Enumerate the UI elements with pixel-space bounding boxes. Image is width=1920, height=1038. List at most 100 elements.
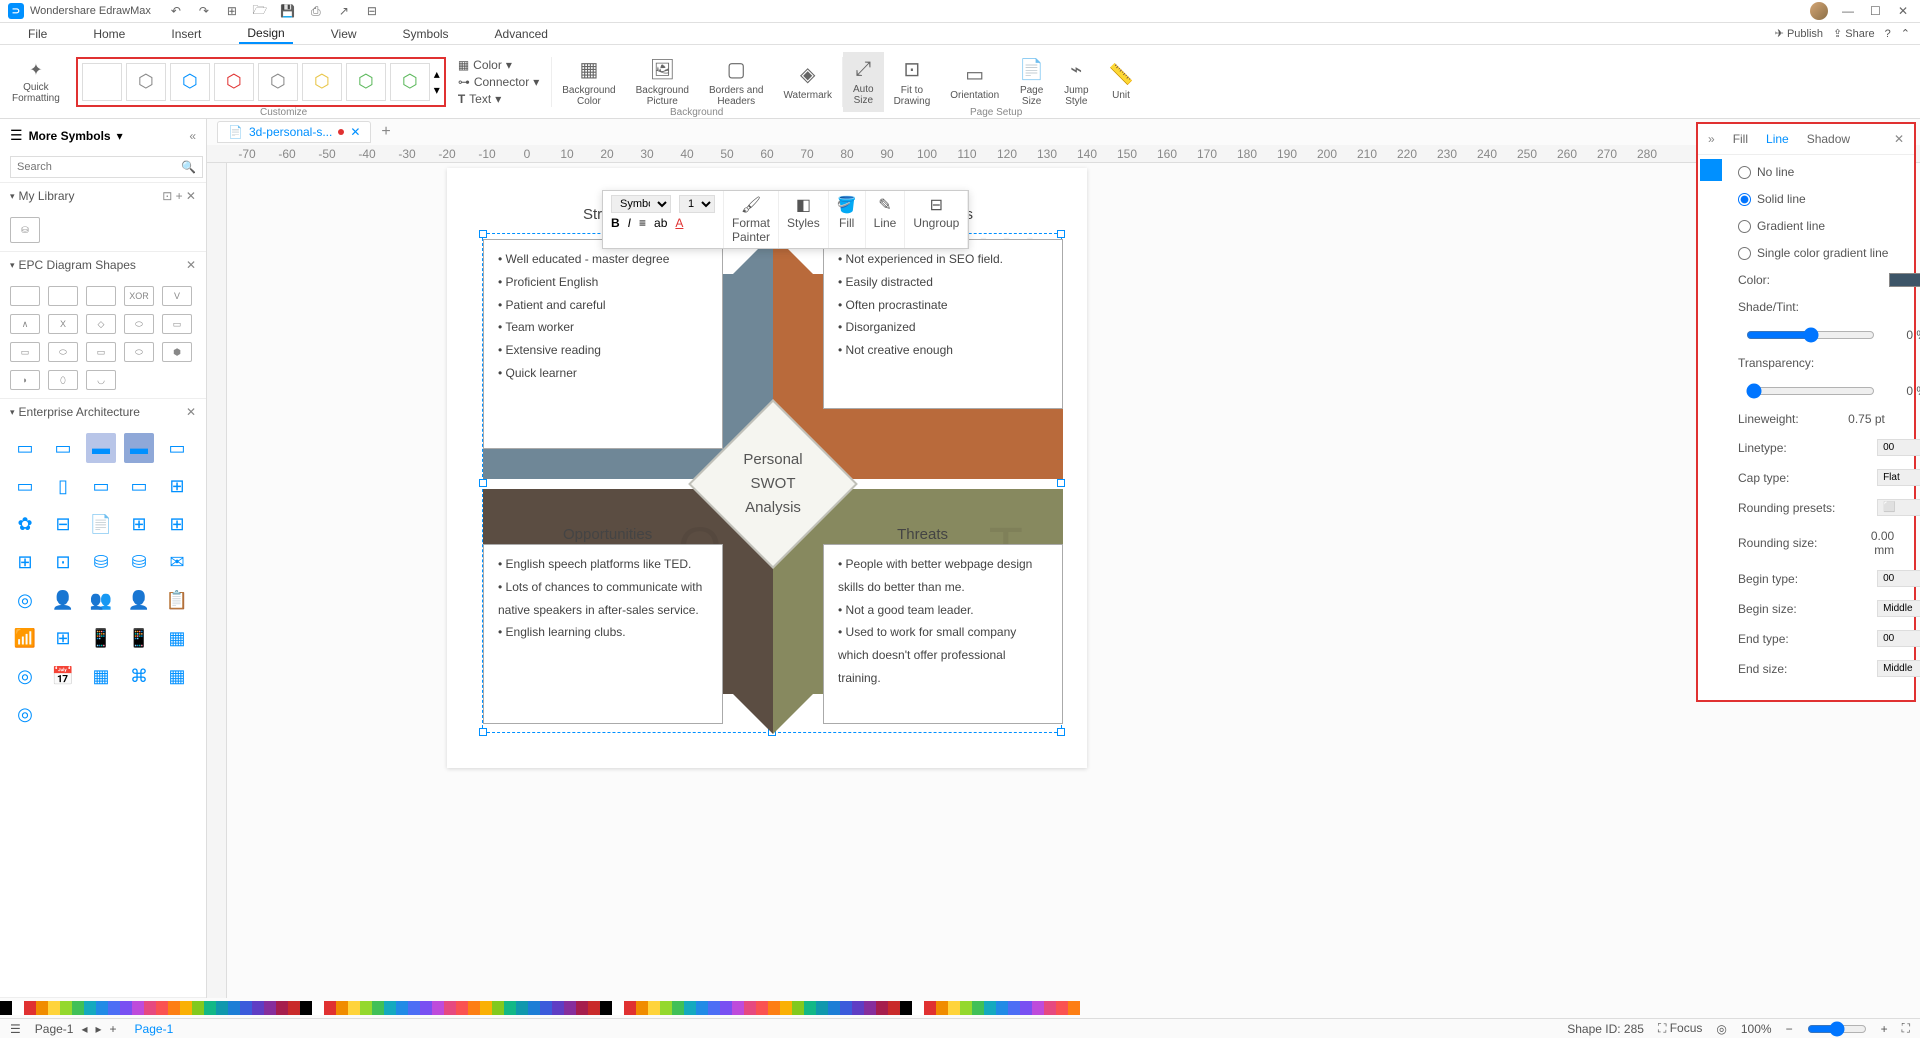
palette-color[interactable]	[336, 1001, 348, 1015]
close-tab-icon[interactable]: ✕	[350, 125, 360, 139]
my-library-header[interactable]: ▾My Library⊡ + ✕	[0, 183, 206, 209]
print-icon[interactable]: ⎙	[309, 4, 323, 18]
palette-color[interactable]	[156, 1001, 168, 1015]
palette-color[interactable]	[432, 1001, 444, 1015]
fullscreen-icon[interactable]: ⛶	[1902, 1021, 1910, 1036]
shape-item[interactable]: ▯	[48, 471, 78, 501]
palette-color[interactable]	[420, 1001, 432, 1015]
page[interactable]: Symbol 14 B I ≡ ab A 🖌Format Painter ◧St…	[447, 168, 1087, 768]
theme-swatch[interactable]: ⬡	[390, 63, 430, 101]
close-section-icon[interactable]: ✕	[186, 405, 196, 419]
publish-button[interactable]: ✈ Publish	[1775, 27, 1823, 40]
shape-item[interactable]: 👤	[48, 585, 78, 615]
new-icon[interactable]: ⊞	[225, 4, 239, 18]
shape-item[interactable]: ⬯	[48, 370, 78, 390]
shape-item[interactable]: ⬭	[124, 314, 154, 334]
selection-box[interactable]: Strengths Weaknesses Opportunities Threa…	[482, 233, 1062, 733]
palette-color[interactable]	[276, 1001, 288, 1015]
palette-color[interactable]	[480, 1001, 492, 1015]
shape-item[interactable]: ▭	[86, 342, 116, 362]
palette-color[interactable]	[708, 1001, 720, 1015]
no-line-radio[interactable]: No line	[1738, 165, 1920, 179]
shape-item[interactable]: ▦	[162, 623, 192, 653]
palette-color[interactable]	[768, 1001, 780, 1015]
next-page-icon[interactable]: ▸	[96, 1022, 102, 1036]
shape-item[interactable]: ✿	[10, 509, 40, 539]
palette-color[interactable]	[24, 1001, 36, 1015]
palette-color[interactable]	[132, 1001, 144, 1015]
font-select[interactable]: Symbol	[611, 195, 671, 213]
export-icon[interactable]: ↗	[337, 4, 351, 18]
italic-button[interactable]: I	[628, 216, 631, 230]
palette-color[interactable]	[720, 1001, 732, 1015]
shape-item[interactable]: ▭	[86, 471, 116, 501]
shape-item[interactable]: ▭	[162, 433, 192, 463]
palette-color[interactable]	[1044, 1001, 1056, 1015]
palette-color[interactable]	[636, 1001, 648, 1015]
zoom-slider[interactable]	[1807, 1021, 1867, 1037]
zoom-in-button[interactable]: +	[1881, 1022, 1888, 1036]
add-page-button[interactable]: +	[110, 1022, 117, 1036]
palette-color[interactable]	[1032, 1001, 1044, 1015]
section-actions[interactable]: ⊡ + ✕	[162, 189, 196, 203]
styles-button[interactable]: ◧Styles	[779, 191, 829, 248]
palette-color[interactable]	[792, 1001, 804, 1015]
background-picture-button[interactable]: 🖼Background Picture	[626, 51, 699, 113]
palette-color[interactable]	[696, 1001, 708, 1015]
palette-color[interactable]	[216, 1001, 228, 1015]
palette-color[interactable]	[360, 1001, 372, 1015]
shape-item[interactable]: V	[162, 286, 192, 306]
palette-color[interactable]	[900, 1001, 912, 1015]
palette-color[interactable]	[12, 1001, 24, 1015]
shape-item[interactable]: ⬢	[162, 342, 192, 362]
palette-color[interactable]	[312, 1001, 324, 1015]
shape-fill-icon[interactable]	[1700, 159, 1722, 181]
shape-item[interactable]: ⊞	[10, 547, 40, 577]
theme-swatch[interactable]	[82, 63, 122, 101]
cap-type-select[interactable]: Flat	[1877, 469, 1920, 486]
palette-color[interactable]	[120, 1001, 132, 1015]
shape-item[interactable]	[48, 286, 78, 306]
collapse-ribbon-icon[interactable]: ⌃	[1901, 27, 1910, 40]
palette-color[interactable]	[600, 1001, 612, 1015]
shape-item[interactable]: X	[48, 314, 78, 334]
shape-item[interactable]: ⊞	[48, 623, 78, 653]
palette-color[interactable]	[984, 1001, 996, 1015]
palette-color[interactable]	[888, 1001, 900, 1015]
line-button[interactable]: ✎Line	[866, 191, 906, 248]
close-icon[interactable]: ✕	[1898, 4, 1912, 18]
line-tab[interactable]: Line	[1766, 132, 1789, 146]
undo-icon[interactable]: ↶	[169, 4, 183, 18]
page-tab-label[interactable]: Page-1	[35, 1022, 74, 1036]
gallery-up-icon[interactable]: ▴	[434, 67, 440, 81]
begin-size-select[interactable]: Middle	[1877, 600, 1920, 617]
fill-button[interactable]: 🪣Fill	[829, 191, 866, 248]
page-menu-icon[interactable]: ☰	[10, 1022, 21, 1036]
share-button[interactable]: ⇪ Share	[1833, 27, 1875, 40]
shape-item[interactable]: ▬	[124, 433, 154, 463]
zoom-out-button[interactable]: −	[1786, 1022, 1793, 1036]
open-icon[interactable]: 🗁	[253, 4, 267, 18]
palette-color[interactable]	[300, 1001, 312, 1015]
palette-color[interactable]	[576, 1001, 588, 1015]
palette-color[interactable]	[948, 1001, 960, 1015]
palette-color[interactable]	[492, 1001, 504, 1015]
palette-color[interactable]	[96, 1001, 108, 1015]
palette-color[interactable]	[804, 1001, 816, 1015]
palette-color[interactable]	[144, 1001, 156, 1015]
menu-file[interactable]: File	[20, 25, 55, 43]
shape-item[interactable]: XOR	[124, 286, 154, 306]
menu-design[interactable]: Design	[239, 24, 292, 44]
palette-color[interactable]	[456, 1001, 468, 1015]
shape-item[interactable]: ⊞	[124, 509, 154, 539]
palette-color[interactable]	[504, 1001, 516, 1015]
focus-mode-button[interactable]: ⛶ Focus	[1658, 1021, 1702, 1036]
orientation-button[interactable]: ▭Orientation	[940, 56, 1009, 107]
single-gradient-radio[interactable]: Single color gradient line	[1738, 246, 1920, 260]
shape-item[interactable]: 📱	[124, 623, 154, 653]
palette-color[interactable]	[36, 1001, 48, 1015]
palette-color[interactable]	[168, 1001, 180, 1015]
shape-item[interactable]: ∧	[10, 314, 40, 334]
shape-item[interactable]: ▦	[86, 661, 116, 691]
shape-item[interactable]: ◡	[86, 370, 116, 390]
